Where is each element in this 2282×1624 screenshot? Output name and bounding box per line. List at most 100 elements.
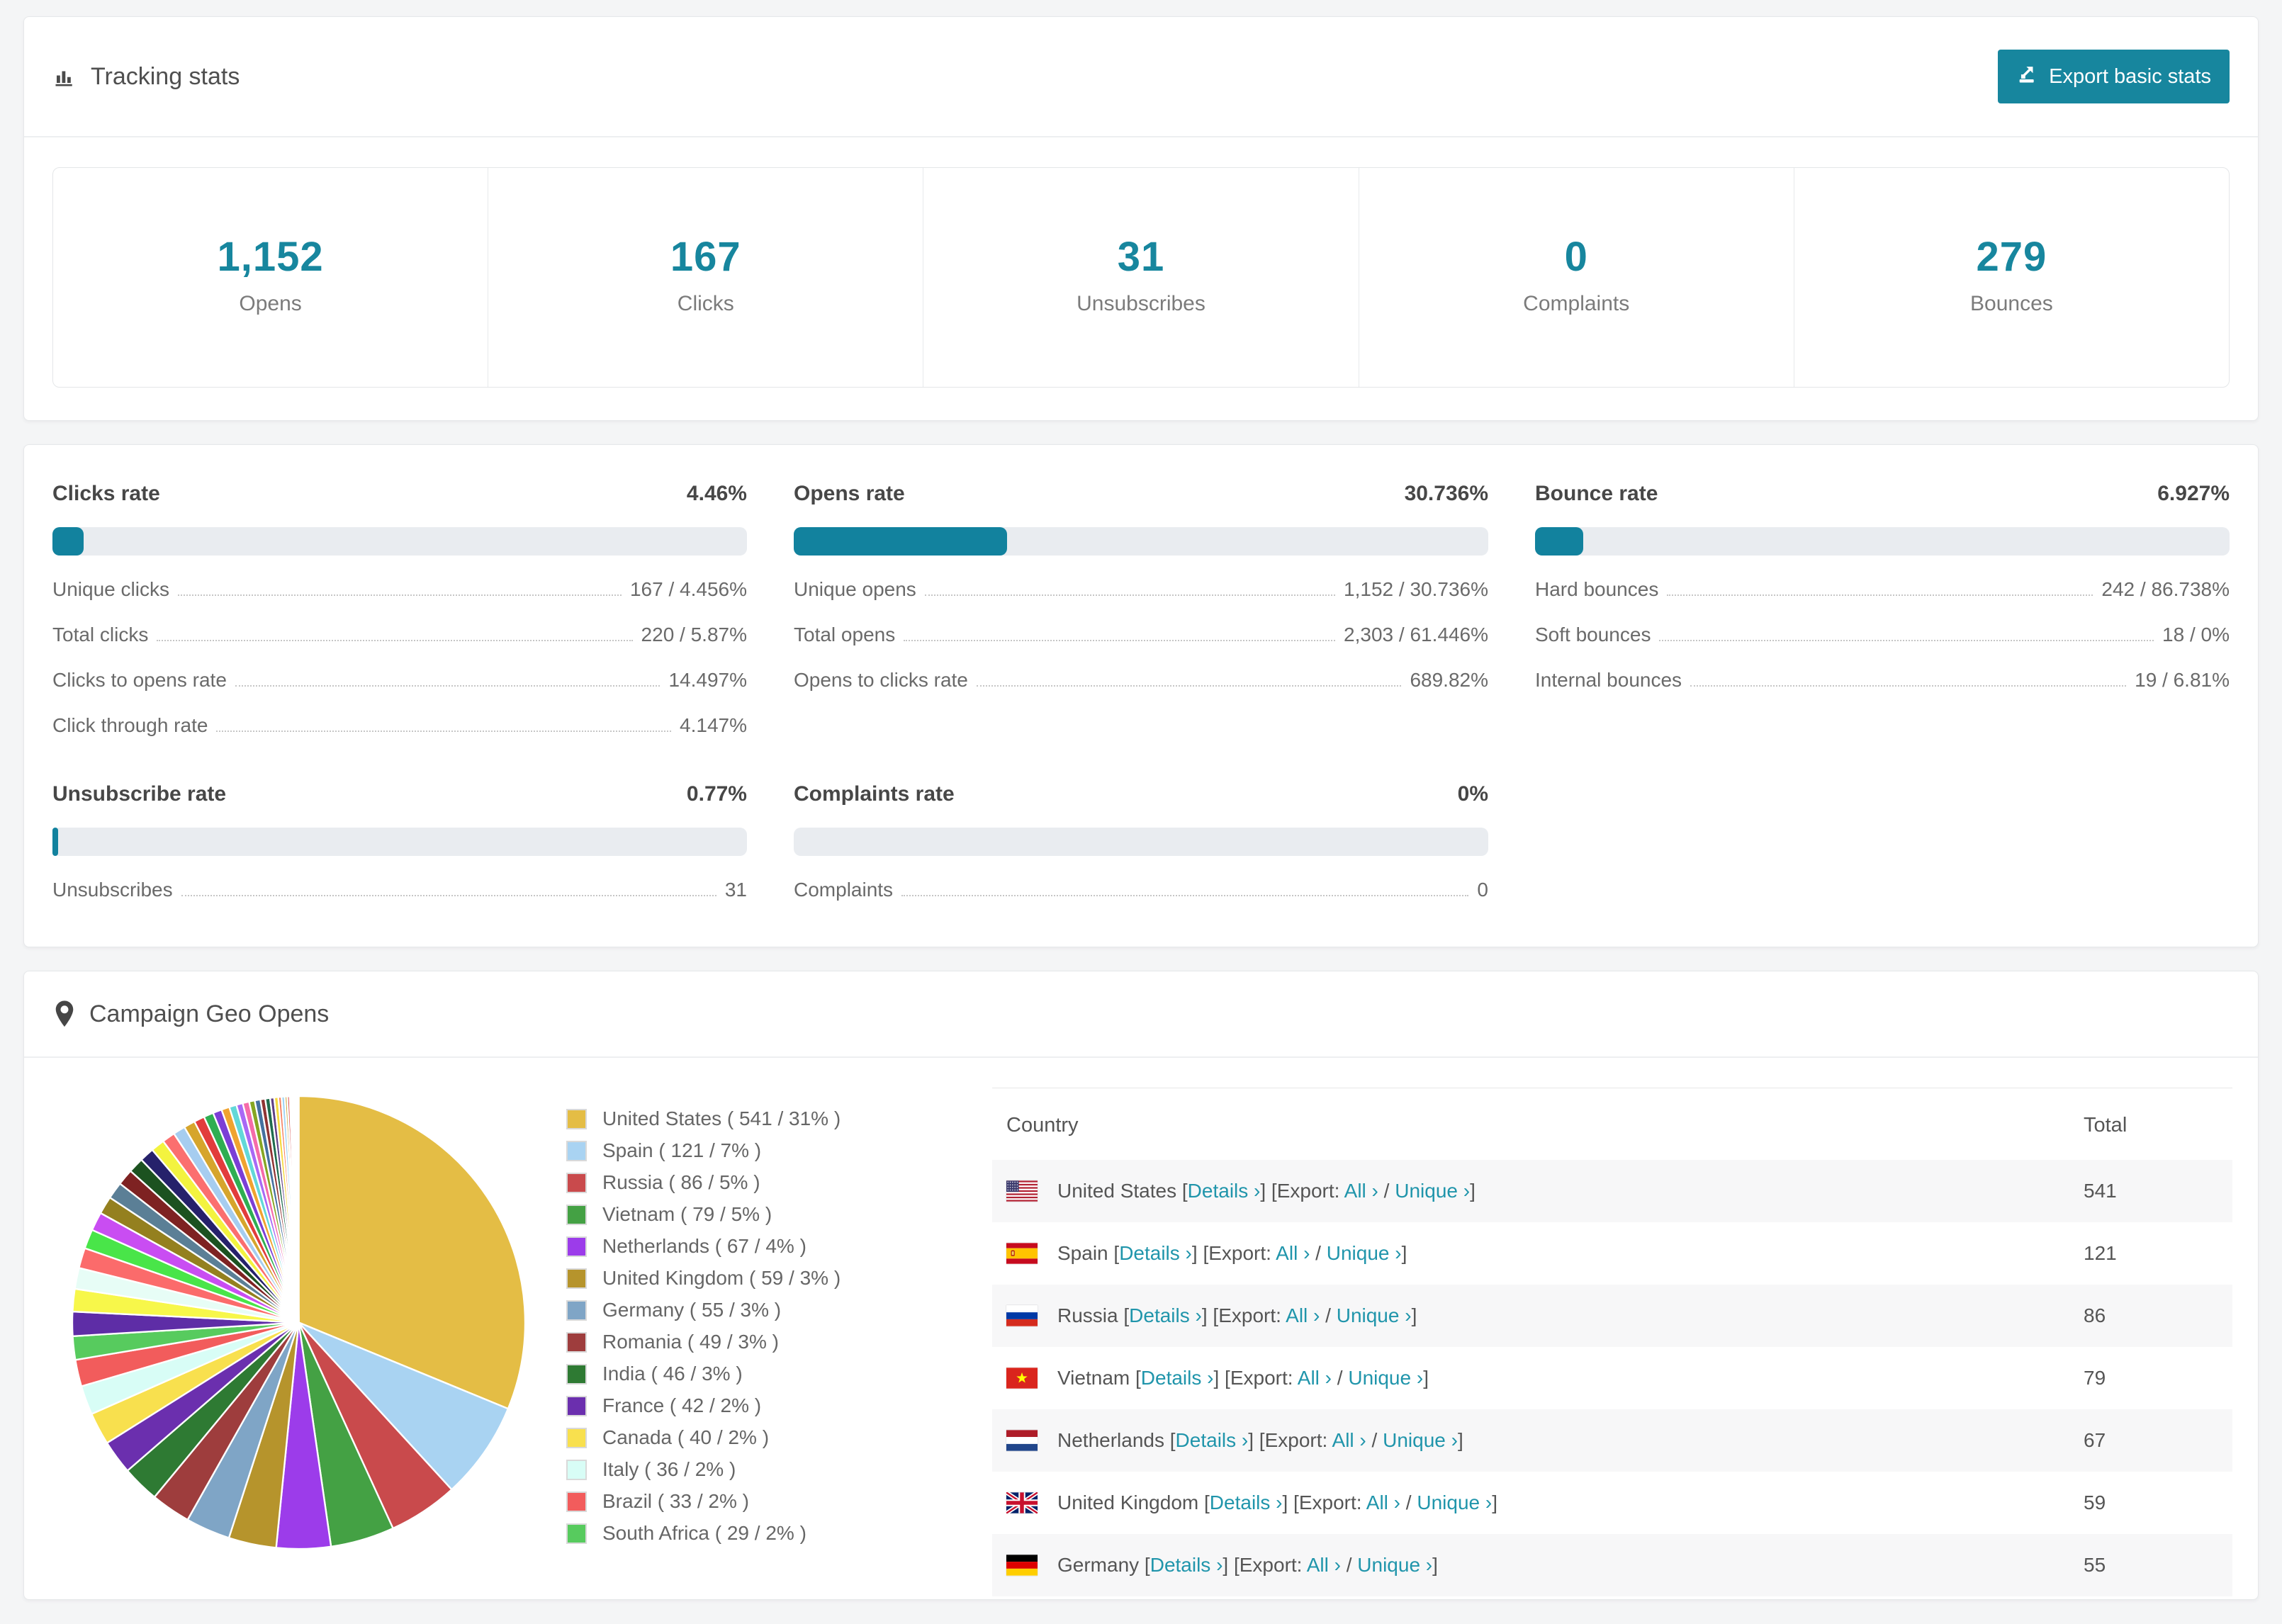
export-unique-link[interactable]: Unique › <box>1348 1367 1423 1389</box>
tracking-stats-header: Tracking stats Export basic stats <box>24 17 2258 137</box>
stat-clicks: 167 Clicks <box>488 168 924 387</box>
country-cell: Germany [Details ›] [Export: All › / Uni… <box>1006 1554 2055 1577</box>
legend-item-brazil: Brazil ( 33 / 2% ) <box>566 1490 945 1513</box>
rate-title: Opens rate <box>794 482 905 505</box>
rates-card: Clicks rate 4.46% Unique clicks 167 / 4.… <box>23 444 2259 947</box>
progress-fill <box>794 527 1008 556</box>
geo-card-header: Campaign Geo Opens <box>24 971 2258 1058</box>
details-link[interactable]: Details › <box>1141 1367 1214 1389</box>
detail-row: Unique clicks 167 / 4.456% <box>52 578 747 601</box>
export-all-link[interactable]: All › <box>1332 1429 1366 1451</box>
export-all-link[interactable]: All › <box>1307 1554 1341 1576</box>
total-cell: 67 <box>2084 1429 2106 1451</box>
export-unique-link[interactable]: Unique › <box>1383 1429 1458 1451</box>
flag-ru-icon <box>1006 1305 1038 1326</box>
flag-es-icon <box>1006 1243 1038 1264</box>
table-header-country: Country <box>1006 1114 1079 1137</box>
detail-label: Unique clicks <box>52 578 169 600</box>
total-cell: 86 <box>2084 1304 2106 1326</box>
detail-row: Unsubscribes 31 <box>52 879 747 901</box>
legend-swatch <box>566 1140 587 1161</box>
country-name: United Kingdom <box>1057 1492 1199 1513</box>
rate-block-complaints-rate: Complaints rate 0% Complaints 0 <box>794 782 1488 901</box>
country-cell: Netherlands [Details ›] [Export: All › /… <box>1006 1429 2055 1452</box>
export-all-link[interactable]: All › <box>1344 1180 1378 1202</box>
details-link[interactable]: Details › <box>1188 1180 1261 1202</box>
geo-table-wrap: Country Total United States [Details ›] … <box>992 1088 2232 1596</box>
country-row-text: Netherlands [Details ›] [Export: All › /… <box>1057 1429 1463 1451</box>
leader-dots <box>1667 594 2093 596</box>
leader-dots <box>976 685 1402 687</box>
rate-block-clicks-rate: Clicks rate 4.46% Unique clicks 167 / 4.… <box>52 482 747 737</box>
tracking-stats-title: Tracking stats <box>52 63 240 91</box>
bar-chart-icon <box>52 64 78 89</box>
stat-label: Complaints <box>1523 292 1630 315</box>
legend-label: Brazil ( 33 / 2% ) <box>602 1490 749 1512</box>
legend-item-germany: Germany ( 55 / 3% ) <box>566 1299 945 1321</box>
details-link[interactable]: Details › <box>1176 1429 1249 1451</box>
export-unique-link[interactable]: Unique › <box>1337 1304 1412 1326</box>
country-row-text: United Kingdom [Details ›] [Export: All … <box>1057 1492 1497 1513</box>
country-name: United States <box>1057 1180 1177 1202</box>
stat-label: Bounces <box>1970 292 2053 315</box>
export-all-link[interactable]: All › <box>1276 1242 1310 1264</box>
legend-label: Germany ( 55 / 3% ) <box>602 1299 782 1321</box>
export-all-link[interactable]: All › <box>1298 1367 1332 1389</box>
detail-value: 18 / 0% <box>2162 624 2230 645</box>
map-pin-icon <box>52 1000 77 1028</box>
export-all-link[interactable]: All › <box>1286 1304 1320 1326</box>
stat-bounces: 279 Bounces <box>1794 168 2229 387</box>
table-row-vietnam: Vietnam [Details ›] [Export: All › / Uni… <box>992 1347 2232 1409</box>
legend-swatch <box>566 1299 587 1321</box>
export-all-link[interactable]: All › <box>1366 1492 1400 1513</box>
export-unique-link[interactable]: Unique › <box>1417 1492 1492 1513</box>
detail-label: Total clicks <box>52 624 149 645</box>
legend-item-vietnam: Vietnam ( 79 / 5% ) <box>566 1203 945 1226</box>
stat-label: Unsubscribes <box>1077 292 1205 315</box>
legend-label: Vietnam ( 79 / 5% ) <box>602 1203 772 1225</box>
country-row-text: Vietnam [Details ›] [Export: All › / Uni… <box>1057 1367 1429 1389</box>
legend-swatch <box>566 1268 587 1289</box>
geo-pie-legend: United States ( 541 / 31% ) Spain ( 121 … <box>566 1107 945 1554</box>
leader-dots <box>924 594 1336 596</box>
geo-body: United States ( 541 / 31% ) Spain ( 121 … <box>24 1058 2258 1596</box>
legend-swatch <box>566 1331 587 1353</box>
details-link[interactable]: Details › <box>1210 1492 1283 1513</box>
rate-block-unsubscribe-rate: Unsubscribe rate 0.77% Unsubscribes 31 <box>52 782 747 901</box>
country-name: Vietnam <box>1057 1367 1130 1389</box>
legend-swatch <box>566 1108 587 1129</box>
progress-track <box>1535 527 2230 556</box>
detail-row: Unique opens 1,152 / 30.736% <box>794 578 1488 601</box>
detail-rows: Complaints 0 <box>794 879 1488 901</box>
legend-label: Russia ( 86 / 5% ) <box>602 1171 760 1193</box>
legend-swatch <box>566 1427 587 1448</box>
total-cell: 59 <box>2084 1492 2106 1513</box>
table-row-spain: Spain [Details ›] [Export: All › / Uniqu… <box>992 1222 2232 1285</box>
progress-track <box>52 828 747 856</box>
details-link[interactable]: Details › <box>1129 1304 1202 1326</box>
rate-block-opens-rate: Opens rate 30.736% Unique opens 1,152 / … <box>794 482 1488 737</box>
country-row-text: Spain [Details ›] [Export: All › / Uniqu… <box>1057 1242 1407 1264</box>
detail-value: 19 / 6.81% <box>2135 669 2230 691</box>
legend-swatch <box>566 1204 587 1225</box>
rate-head: Opens rate 30.736% <box>794 482 1488 506</box>
details-link[interactable]: Details › <box>1150 1554 1223 1576</box>
rate-title: Bounce rate <box>1535 482 1658 505</box>
detail-label: Complaints <box>794 879 894 901</box>
detail-label: Opens to clicks rate <box>794 669 968 691</box>
details-link[interactable]: Details › <box>1119 1242 1192 1264</box>
detail-row: Click through rate 4.147% <box>52 714 747 737</box>
detail-row: Hard bounces 242 / 86.738% <box>1535 578 2230 601</box>
export-unique-link[interactable]: Unique › <box>1395 1180 1470 1202</box>
leader-dots <box>216 731 672 732</box>
legend-item-france: France ( 42 / 2% ) <box>566 1394 945 1417</box>
export-basic-stats-button[interactable]: Export basic stats <box>1998 50 2230 103</box>
progress-fill <box>1535 527 1583 556</box>
legend-item-united-states: United States ( 541 / 31% ) <box>566 1107 945 1130</box>
export-unique-link[interactable]: Unique › <box>1327 1242 1402 1264</box>
export-unique-link[interactable]: Unique › <box>1357 1554 1432 1576</box>
detail-rows: Unique clicks 167 / 4.456% Total clicks … <box>52 578 747 737</box>
geo-card-title: Campaign Geo Opens <box>52 1000 329 1028</box>
leader-dots <box>904 640 1336 641</box>
legend-swatch <box>566 1395 587 1416</box>
